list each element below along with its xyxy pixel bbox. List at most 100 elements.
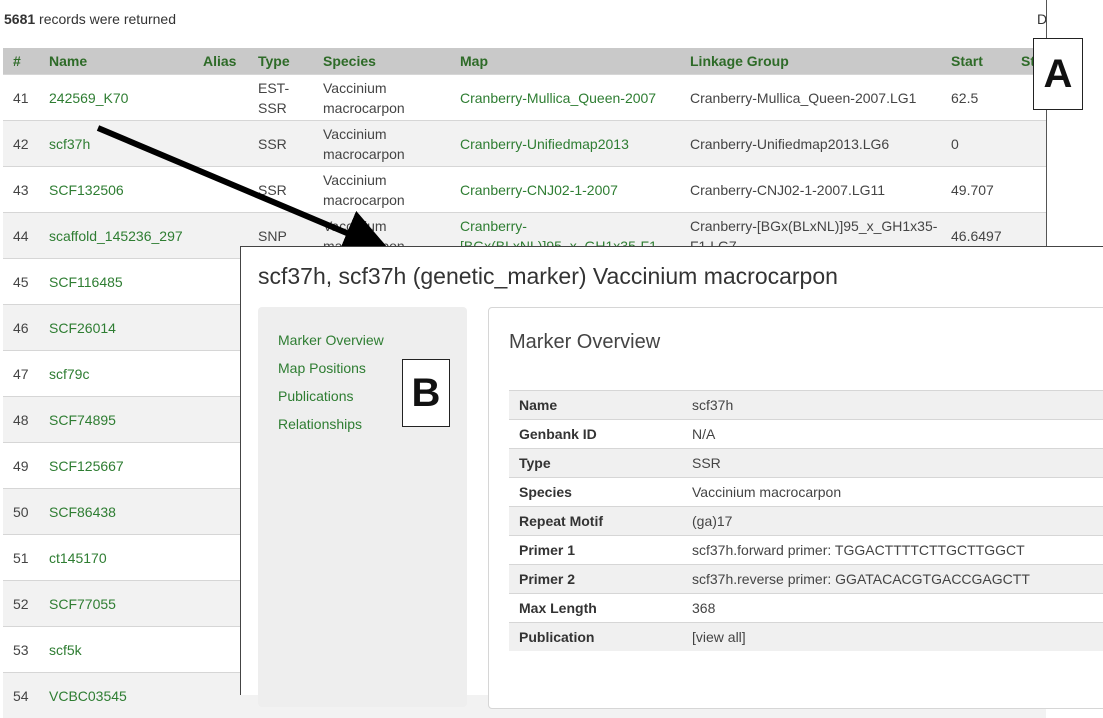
overview-key: Primer 1: [509, 536, 682, 565]
overview-key: Publication: [509, 623, 682, 652]
cell-lg: Cranberry-Unifiedmap2013.LG6: [680, 121, 941, 167]
table-row: 41242569_K70 EST-SSRVaccinium macrocarpon…: [3, 75, 1046, 121]
records-count: 5681: [4, 11, 35, 27]
overview-value: 368: [682, 594, 1103, 623]
cell-name[interactable]: SCF77055: [39, 581, 193, 627]
overview-row: Namescf37h: [509, 391, 1103, 420]
column-header[interactable]: Alias: [193, 48, 248, 75]
overview-row: Primer 1scf37h.forward primer: TGGACTTTT…: [509, 536, 1103, 565]
overview-value[interactable]: Vaccinium macrocarpon: [682, 478, 1103, 507]
cell-num: 54: [3, 673, 39, 718]
cell-name[interactable]: SCF26014: [39, 305, 193, 351]
cell-num: 45: [3, 259, 39, 305]
cell-num: 43: [3, 167, 39, 213]
cell-map[interactable]: Cranberry-Unifiedmap2013: [450, 121, 680, 167]
cell-num: 48: [3, 397, 39, 443]
overview-key: Genbank ID: [509, 420, 682, 449]
cell-num: 46: [3, 305, 39, 351]
annotation-label-b: B: [402, 359, 450, 427]
cell-num: 47: [3, 351, 39, 397]
column-header[interactable]: Name: [39, 48, 193, 75]
cell-start: 0: [941, 121, 1011, 167]
cell-num: 52: [3, 581, 39, 627]
cell-lg: Cranberry-Mullica_Queen-2007.LG1: [680, 75, 941, 121]
overview-value: scf37h: [682, 391, 1103, 420]
cell-type: SSR: [248, 167, 313, 213]
cell-type: EST-SSR: [248, 75, 313, 121]
overview-row: Max Length368: [509, 594, 1103, 623]
cell-num: 42: [3, 121, 39, 167]
sidebar-item-map-positions[interactable]: Map Positions: [278, 360, 366, 376]
cell-name[interactable]: scf37h: [39, 121, 193, 167]
overview-key: Max Length: [509, 594, 682, 623]
sidebar-item-marker-overview[interactable]: Marker Overview: [278, 332, 384, 348]
overview-value: N/A: [682, 420, 1103, 449]
cell-name[interactable]: SCF74895: [39, 397, 193, 443]
cell-alias: [193, 167, 248, 213]
column-header[interactable]: Species: [313, 48, 450, 75]
cell-species: Vaccinium macrocarpon: [313, 121, 450, 167]
overview-key: Name: [509, 391, 682, 420]
column-header[interactable]: Linkage Group: [680, 48, 941, 75]
overview-row: Primer 2scf37h.reverse primer: GGATACACG…: [509, 565, 1103, 594]
cell-clipped: [1011, 121, 1046, 167]
cell-start: 49.707: [941, 167, 1011, 213]
cell-name[interactable]: scaffold_145236_297: [39, 213, 193, 259]
cell-name[interactable]: scf79c: [39, 351, 193, 397]
overview-row: Repeat Motif(ga)17: [509, 507, 1103, 536]
column-header[interactable]: Start: [941, 48, 1011, 75]
overview-value: (ga)17: [682, 507, 1103, 536]
overview-row: Publication[view all]: [509, 623, 1103, 652]
overview-row: TypeSSR: [509, 449, 1103, 478]
overview-key: Repeat Motif: [509, 507, 682, 536]
cell-map[interactable]: Cranberry-Mullica_Queen-2007: [450, 75, 680, 121]
overview-row: SpeciesVaccinium macrocarpon: [509, 478, 1103, 507]
cell-start: 62.5: [941, 75, 1011, 121]
cell-num: 49: [3, 443, 39, 489]
cell-num: 51: [3, 535, 39, 581]
cell-num: 50: [3, 489, 39, 535]
cell-type: SSR: [248, 121, 313, 167]
cell-name[interactable]: scf5k: [39, 627, 193, 673]
annotation-label-a: A: [1033, 38, 1083, 110]
overview-value: SSR: [682, 449, 1103, 478]
cell-map[interactable]: Cranberry-CNJ02-1-2007: [450, 167, 680, 213]
overview-value: scf37h.reverse primer: GGATACACGTGACCGAG…: [682, 565, 1103, 594]
cell-clipped: [1011, 167, 1046, 213]
overview-key: Species: [509, 478, 682, 507]
table-row: 43SCF132506SSRVaccinium macrocarponCranb…: [3, 167, 1046, 213]
cell-name[interactable]: SCF125667: [39, 443, 193, 489]
overview-key: Primer 2: [509, 565, 682, 594]
marker-detail-panel: scf37h, scf37h (genetic_marker) Vacciniu…: [240, 246, 1103, 695]
cell-name[interactable]: 242569_K70: [39, 75, 193, 121]
cell-alias: [193, 75, 248, 121]
records-summary: 5681 records were returned: [4, 11, 176, 27]
cell-alias: [193, 121, 248, 167]
cell-lg: Cranberry-CNJ02-1-2007.LG11: [680, 167, 941, 213]
cell-num: 53: [3, 627, 39, 673]
column-header[interactable]: Type: [248, 48, 313, 75]
column-header[interactable]: Map: [450, 48, 680, 75]
cell-name[interactable]: SCF132506: [39, 167, 193, 213]
cell-name[interactable]: VCBC03545: [39, 673, 193, 718]
overview-table: Namescf37hGenbank IDN/ATypeSSRSpeciesVac…: [509, 390, 1103, 651]
cell-species: Vaccinium macrocarpon: [313, 75, 450, 121]
overview-value: scf37h.forward primer: TGGACTTTTCTTGCTTG…: [682, 536, 1103, 565]
cell-name[interactable]: SCF86438: [39, 489, 193, 535]
overview-key: Type: [509, 449, 682, 478]
cell-name[interactable]: SCF116485: [39, 259, 193, 305]
cell-species: Vaccinium macrocarpon: [313, 167, 450, 213]
sidebar-item-publications[interactable]: Publications: [278, 388, 354, 404]
overview-row: Genbank IDN/A: [509, 420, 1103, 449]
section-heading: Marker Overview: [509, 331, 660, 354]
overview-value[interactable]: [view all]: [682, 623, 1103, 652]
column-header[interactable]: #: [3, 48, 39, 75]
sidebar-item-relationships[interactable]: Relationships: [278, 416, 362, 432]
cell-num: 41: [3, 75, 39, 121]
page-title: scf37h, scf37h (genetic_marker) Vacciniu…: [258, 263, 838, 290]
table-row: 42scf37hSSRVaccinium macrocarponCranberr…: [3, 121, 1046, 167]
cell-num: 44: [3, 213, 39, 259]
results-header-row: #NameAliasTypeSpeciesMapLinkage GroupSta…: [3, 48, 1046, 75]
cell-name[interactable]: ct145170: [39, 535, 193, 581]
records-summary-text: records were returned: [39, 11, 176, 27]
